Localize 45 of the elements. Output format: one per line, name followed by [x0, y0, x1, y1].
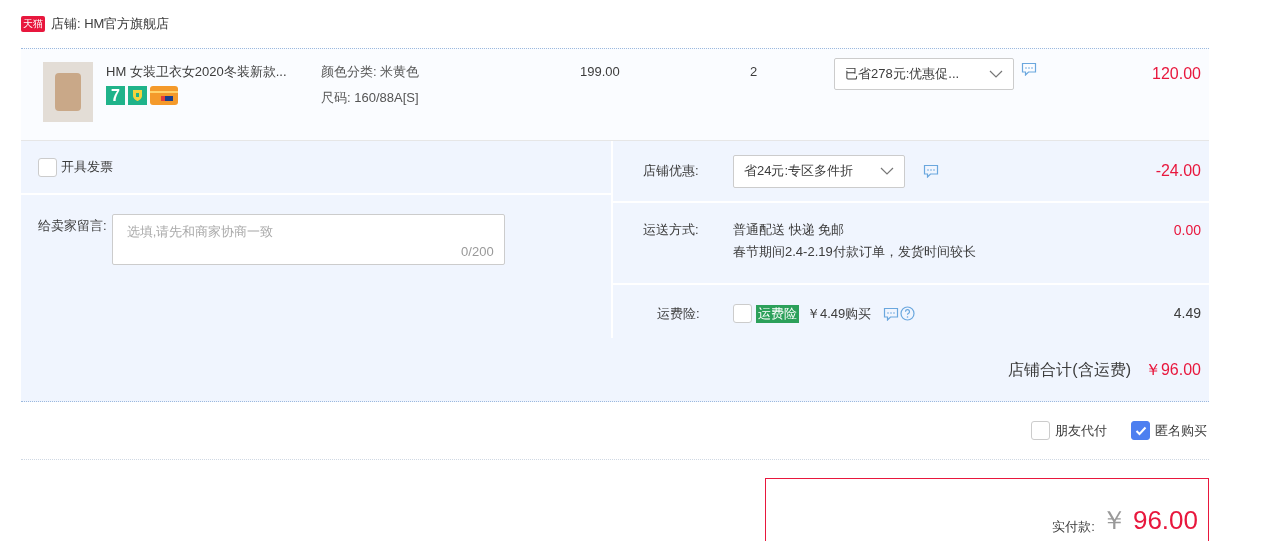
discount-label: 店铺优惠: [643, 162, 700, 181]
shop-total-label: 店铺合计(含运费) [1008, 359, 1131, 380]
checkbox[interactable] [1031, 421, 1050, 440]
insurance-price: ￥4.49购买 [807, 304, 872, 323]
character-counter: 0/200 [461, 242, 494, 261]
payment-label: 实付款: [1052, 518, 1095, 536]
promo-select[interactable]: 已省278元:优惠促... [834, 58, 1014, 90]
shop-logo: 天猫 [21, 16, 45, 32]
chevron-down-icon [880, 167, 894, 175]
chevron-down-icon [989, 70, 1003, 78]
payment-amount: 96.00 [1132, 504, 1198, 537]
item-subtotal: 120.00 [1152, 64, 1201, 84]
checkbox[interactable] [733, 304, 752, 323]
shipping-info: 普通配送 快递 免邮 [733, 221, 846, 239]
shop-name[interactable]: 店铺: HM官方旗舰店 [51, 14, 170, 34]
message-label: 给卖家留言: [38, 217, 107, 235]
photo-placeholder [43, 62, 93, 122]
checkbox[interactable] [1131, 421, 1150, 440]
product-spec: 颜色分类: 米黄色 [321, 63, 421, 81]
insurance-tag: 运费险 [756, 304, 799, 323]
insurance-label: 运费险: [657, 304, 701, 323]
invoice-label: 开具发票 [61, 158, 113, 177]
checkmark-icon [1134, 425, 1147, 436]
discount-select[interactable]: 省24元:专区多件折 [733, 154, 905, 188]
shipping-amount: 0.00 [1173, 221, 1201, 240]
card-badge-icon [150, 85, 178, 105]
help-icon[interactable] [900, 306, 916, 321]
chat-icon[interactable] [1021, 62, 1037, 76]
checkbox[interactable] [38, 157, 57, 177]
unit-price: 199.00 [580, 63, 621, 81]
shield-badge-icon [128, 85, 147, 105]
shipping-info: 春节期间2.4-2.19付款订单，发货时间较长 [733, 242, 976, 261]
shipping-label: 运送方式: [643, 221, 700, 239]
return-badge: 7 [106, 85, 125, 105]
chat-icon[interactable] [883, 306, 900, 321]
product-title[interactable]: HM 女装卫衣女2020冬装新款... [106, 62, 321, 82]
chat-icon[interactable] [923, 164, 939, 178]
discount-amount: -24.00 [1155, 161, 1201, 181]
quantity: 2 [750, 63, 759, 81]
option-label: 朋友代付 [1055, 421, 1107, 440]
insurance-amount: 4.49 [1173, 304, 1201, 323]
product-spec: 尺码: 160/88A[S] [321, 88, 420, 107]
shop-total-amount: ￥96.00 [1144, 359, 1201, 380]
option-label: 匿名购买 [1155, 421, 1207, 440]
payment-currency: ￥ [1100, 504, 1127, 537]
